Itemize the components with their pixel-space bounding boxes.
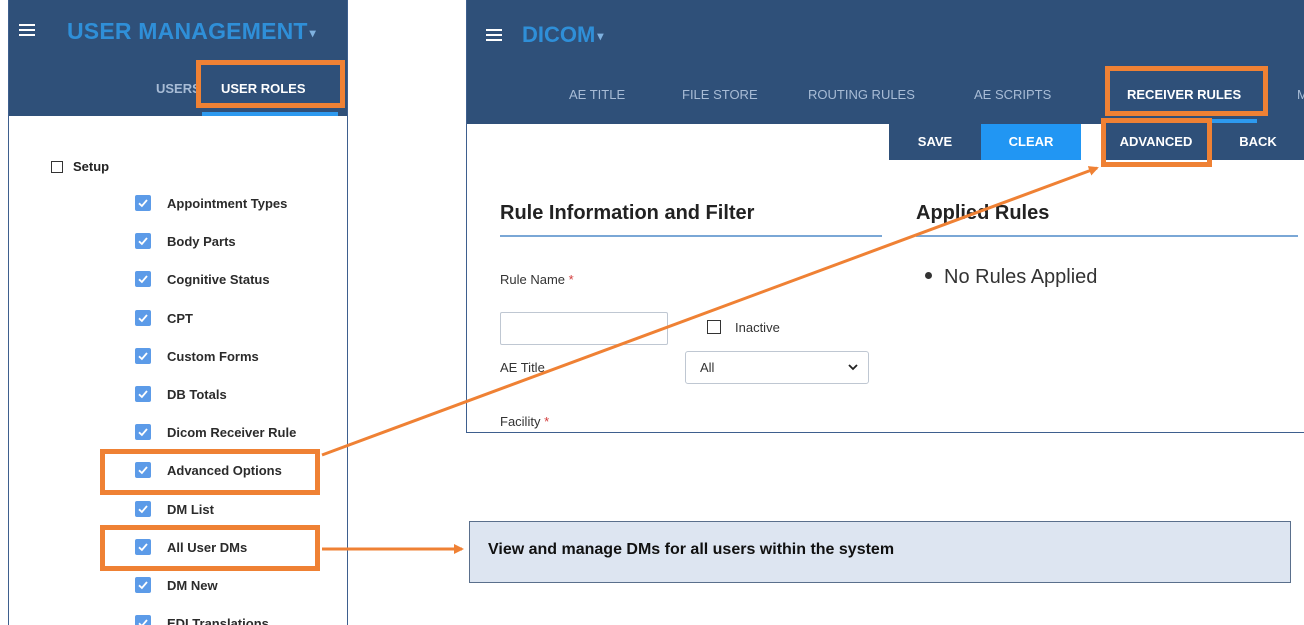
permission-label: Body Parts — [167, 234, 236, 250]
highlight-advanced-options — [100, 449, 320, 495]
section-divider — [916, 235, 1298, 237]
checkbox-checked-icon[interactable] — [135, 386, 151, 402]
checkbox-checked-icon[interactable] — [135, 195, 151, 211]
menu-icon[interactable] — [19, 24, 35, 36]
ae-title-select[interactable]: All — [685, 351, 869, 384]
checkbox-checked-icon[interactable] — [135, 577, 151, 593]
rule-name-input[interactable] — [500, 312, 668, 345]
rule-name-label: Rule Name * — [500, 272, 574, 287]
permission-label: Custom Forms — [167, 348, 259, 364]
highlight-advanced — [1101, 118, 1212, 167]
dicom-title[interactable]: DICOM ▾ — [522, 22, 603, 48]
chevron-down-icon — [848, 364, 858, 371]
callout-text: View and manage DMs for all users within… — [488, 541, 895, 558]
checkbox-checked-icon[interactable] — [135, 500, 151, 517]
ae-title-label: AE Title — [500, 360, 545, 375]
permission-label: DB Totals — [167, 387, 227, 402]
checkbox-checked-icon[interactable] — [135, 233, 151, 250]
rule-name-label-text: Rule Name — [500, 272, 566, 287]
tab-file-store[interactable]: FILE STORE — [682, 87, 758, 102]
setup-checkbox[interactable] — [51, 161, 63, 173]
callout-box: View and manage DMs for all users within… — [469, 521, 1291, 583]
clear-button[interactable]: CLEAR — [981, 124, 1081, 160]
no-rules-text: No Rules Applied — [944, 266, 1098, 288]
chevron-down-icon: ▾ — [597, 29, 604, 44]
checkbox-checked-icon[interactable] — [135, 271, 151, 288]
applied-rules-heading: Applied Rules — [916, 202, 1050, 224]
chevron-down-icon: ▾ — [309, 25, 316, 40]
permission-label: DM List — [167, 501, 214, 517]
permission-label: EDI Translations — [167, 616, 269, 625]
permission-label: CPT — [167, 310, 193, 326]
app-title[interactable]: USER MANAGEMENT ▾ — [67, 18, 316, 45]
tab-users[interactable]: USERS — [156, 81, 201, 96]
section-divider — [500, 235, 882, 237]
back-button[interactable]: BACK — [1211, 124, 1304, 160]
permission-label: DM New — [167, 578, 218, 593]
tab-routing-rules[interactable]: ROUTING RULES — [808, 87, 915, 102]
highlight-receiver-rules — [1105, 66, 1268, 116]
app-title-text: USER MANAGEMENT — [67, 18, 308, 44]
highlight-all-user-dms — [100, 525, 320, 571]
required-marker: * — [544, 414, 550, 429]
setup-label: Setup — [73, 159, 110, 174]
highlight-user-roles — [196, 60, 345, 108]
dicom-panel: DICOM ▾ AE TITLE FILE STORE ROUTING RULES… — [466, 0, 1304, 433]
inactive-label: Inactive — [735, 320, 780, 335]
bullet-icon — [925, 272, 932, 280]
action-bar: SAVE CLEAR ADVANCED BACK — [889, 124, 1304, 160]
facility-label: Facility * — [500, 414, 549, 429]
checkbox-checked-icon[interactable] — [135, 615, 151, 625]
rule-info-heading: Rule Information and Filter — [500, 202, 755, 224]
menu-icon[interactable] — [486, 29, 502, 41]
inactive-checkbox[interactable] — [707, 320, 721, 334]
active-tab-indicator — [202, 112, 338, 116]
checkbox-checked-icon[interactable] — [135, 309, 151, 326]
permission-label: Appointment Types — [167, 196, 288, 211]
dicom-title-text: DICOM — [522, 22, 596, 47]
checkbox-checked-icon[interactable] — [135, 347, 151, 364]
ae-title-select-value: All — [700, 360, 715, 375]
tab-ae-title[interactable]: AE TITLE — [569, 87, 625, 102]
facility-label-text: Facility — [500, 414, 541, 429]
permission-label: Dicom Receiver Rule — [167, 425, 297, 441]
permission-label: Cognitive Status — [167, 272, 270, 288]
save-button[interactable]: SAVE — [889, 124, 981, 160]
checkbox-checked-icon[interactable] — [135, 424, 151, 441]
required-marker: * — [568, 272, 574, 287]
tab-more[interactable]: M — [1297, 87, 1304, 102]
tab-ae-scripts[interactable]: AE SCRIPTS — [974, 87, 1051, 102]
no-rules-item: No Rules Applied — [925, 266, 1097, 289]
